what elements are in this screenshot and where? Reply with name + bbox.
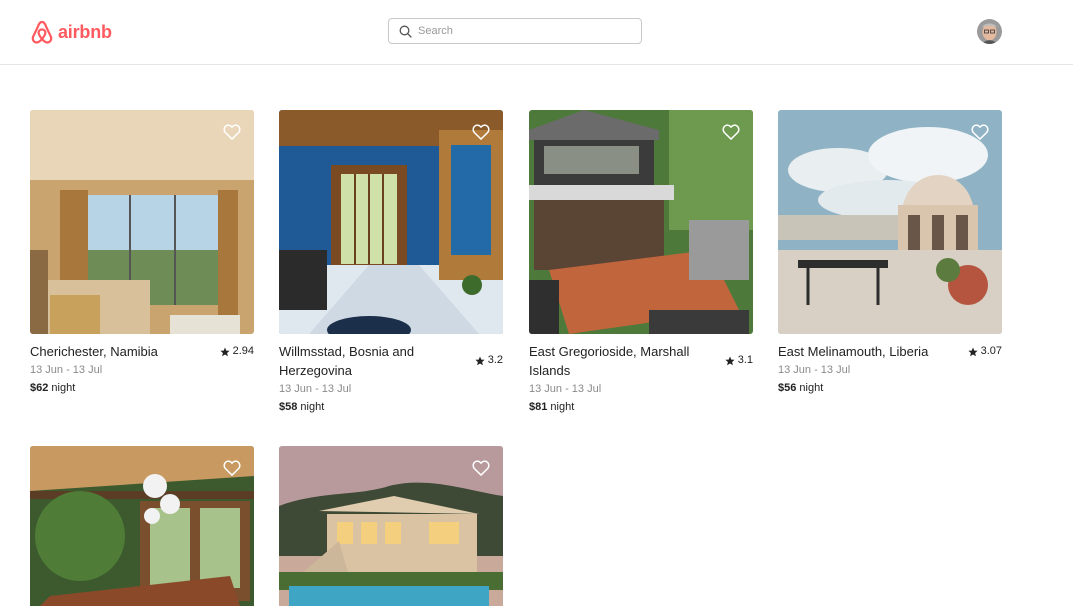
listing-card[interactable] bbox=[30, 446, 254, 606]
avatar[interactable] bbox=[977, 19, 1002, 44]
star-icon bbox=[475, 356, 485, 365]
listing-card[interactable]: East Gregorioside, Marshall Islands 3.1 … bbox=[529, 110, 753, 417]
listing-image bbox=[529, 110, 753, 334]
listing-rating: 2.94 bbox=[219, 342, 254, 361]
price-unit: night bbox=[550, 401, 575, 413]
listing-dates: 13 Jun - 13 Jul bbox=[529, 383, 602, 395]
search-input[interactable] bbox=[418, 25, 618, 37]
listing-card[interactable]: Cherichester, Namibia 2.94 13 Jun - 13 J… bbox=[30, 110, 254, 398]
price-unit: night bbox=[300, 401, 325, 413]
rating-value: 3.2 bbox=[487, 354, 503, 366]
search-icon bbox=[399, 25, 412, 38]
search-bar[interactable] bbox=[388, 18, 642, 44]
heart-icon[interactable] bbox=[222, 122, 242, 142]
listing-dates: 13 Jun - 13 Jul bbox=[778, 364, 851, 376]
heart-icon[interactable] bbox=[471, 122, 491, 142]
star-icon bbox=[725, 356, 735, 365]
listing-photo[interactable] bbox=[529, 110, 753, 334]
top-header: airbnb bbox=[0, 0, 1073, 65]
price-unit: night bbox=[799, 382, 824, 394]
listing-photo[interactable] bbox=[30, 110, 254, 334]
star-icon bbox=[219, 347, 230, 356]
listing-title[interactable]: East Gregorioside, Marshall Islands bbox=[529, 342, 709, 380]
price-amount: $81 bbox=[529, 401, 548, 413]
price-amount: $62 bbox=[30, 382, 49, 394]
listing-price: $62 night bbox=[30, 379, 254, 398]
listing-dates: 13 Jun - 13 Jul bbox=[30, 364, 103, 376]
heart-icon[interactable] bbox=[222, 458, 242, 478]
listing-info: Willmsstad, Bosnia and Herzegovina 3.2 1… bbox=[279, 342, 503, 417]
star-icon bbox=[967, 347, 978, 356]
listing-image bbox=[279, 110, 503, 334]
heart-icon[interactable] bbox=[471, 458, 491, 478]
rating-value: 3.1 bbox=[737, 354, 753, 366]
user-avatar-image bbox=[977, 19, 1002, 44]
listing-price: $56 night bbox=[778, 379, 1002, 398]
price-amount: $56 bbox=[778, 382, 797, 394]
listing-info: Cherichester, Namibia 2.94 13 Jun - 13 J… bbox=[30, 342, 254, 398]
listing-price: $81 night bbox=[529, 398, 753, 417]
listing-card[interactable] bbox=[279, 446, 503, 606]
listing-card[interactable]: East Melinamouth, Liberia 3.07 13 Jun - … bbox=[778, 110, 1002, 398]
listing-photo[interactable] bbox=[279, 110, 503, 334]
price-unit: night bbox=[51, 382, 76, 394]
listing-image bbox=[30, 446, 254, 606]
listing-image bbox=[30, 110, 254, 334]
listing-info: East Melinamouth, Liberia 3.07 13 Jun - … bbox=[778, 342, 1002, 398]
listing-info: East Gregorioside, Marshall Islands 3.1 … bbox=[529, 342, 753, 417]
listing-rating: 3.07 bbox=[967, 342, 1002, 361]
listing-title[interactable]: East Melinamouth, Liberia bbox=[778, 342, 958, 361]
rating-value: 3.07 bbox=[980, 345, 1002, 357]
logo-text: airbnb bbox=[58, 21, 112, 42]
listing-rating: 3.2 bbox=[475, 351, 503, 370]
rating-value: 2.94 bbox=[232, 345, 254, 357]
listing-photo[interactable] bbox=[778, 110, 1002, 334]
listing-card[interactable]: Willmsstad, Bosnia and Herzegovina 3.2 1… bbox=[279, 110, 503, 417]
listing-dates: 13 Jun - 13 Jul bbox=[279, 383, 352, 395]
heart-icon[interactable] bbox=[970, 122, 990, 142]
listing-rating: 3.1 bbox=[725, 351, 753, 370]
heart-icon[interactable] bbox=[721, 122, 741, 142]
listing-photo[interactable] bbox=[279, 446, 503, 606]
airbnb-logo-icon bbox=[31, 20, 53, 44]
listing-price: $58 night bbox=[279, 398, 503, 417]
listing-title[interactable]: Willmsstad, Bosnia and Herzegovina bbox=[279, 342, 459, 380]
airbnb-logo[interactable]: airbnb bbox=[30, 19, 112, 45]
listing-image bbox=[778, 110, 1002, 334]
price-amount: $58 bbox=[279, 401, 298, 413]
listing-photo[interactable] bbox=[30, 446, 254, 606]
listing-image bbox=[279, 446, 503, 606]
listing-title[interactable]: Cherichester, Namibia bbox=[30, 342, 210, 361]
